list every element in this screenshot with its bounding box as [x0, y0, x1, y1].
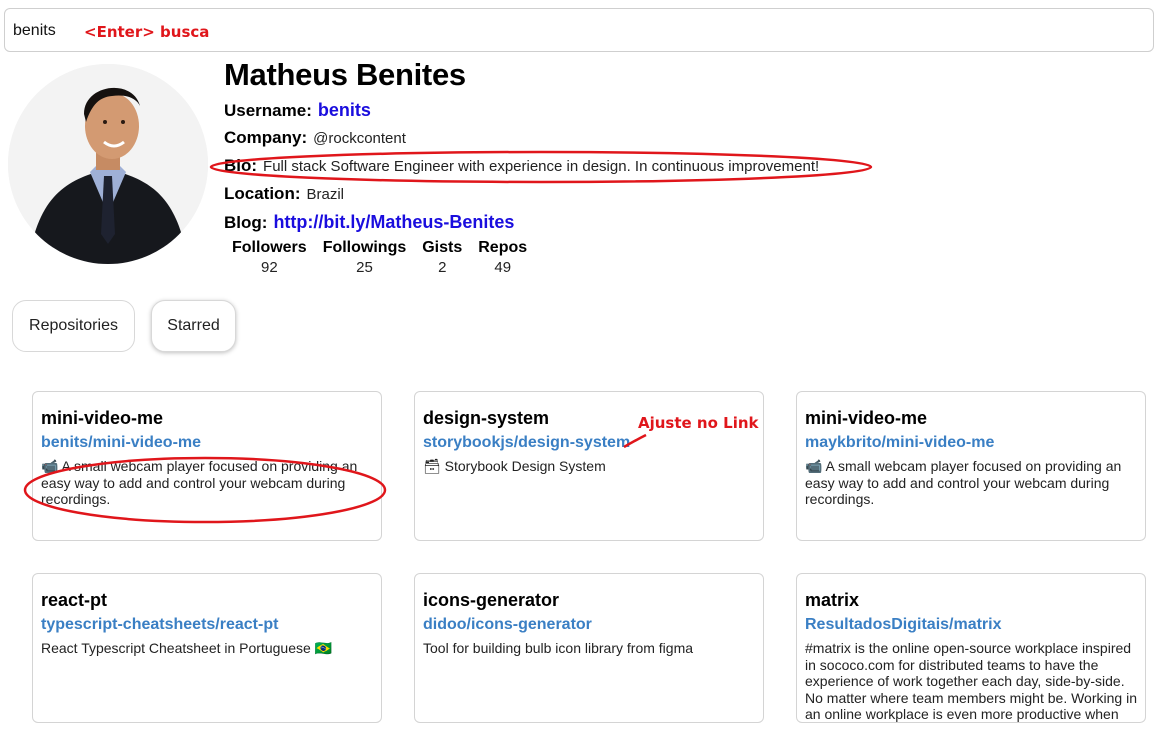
stat-label: Repos	[478, 239, 528, 256]
company-value: @rockcontent	[313, 130, 406, 147]
repo-title: mini-video-me	[805, 408, 928, 428]
profile-name: Matheus Benites	[224, 57, 466, 92]
avatar-photo	[8, 64, 208, 264]
repo-link[interactable]: typescript-cheatsheets/react-pt	[41, 616, 373, 634]
repo-description: 📹 A small webcam player focused on provi…	[805, 458, 1122, 507]
repo-card[interactable]: icons-generator didoo/icons-generator To…	[414, 573, 764, 723]
avatar	[8, 64, 208, 264]
repo-link[interactable]: benits/mini-video-me	[41, 434, 373, 452]
company-label: Company:	[224, 128, 308, 147]
bio-value: Full stack Software Engineer with experi…	[263, 158, 820, 175]
annotation-enter-search: <Enter> busca	[84, 23, 210, 41]
repo-card[interactable]: mini-video-me benits/mini-video-me 📹 A s…	[32, 391, 382, 541]
repo-description: 📹 A small webcam player focused on provi…	[41, 458, 358, 507]
stat-followings: Followings 25	[323, 239, 407, 276]
location-value: Brazil	[306, 186, 345, 203]
stat-label: Followers	[232, 239, 307, 256]
repo-card[interactable]: react-pt typescript-cheatsheets/react-pt…	[32, 573, 382, 723]
stat-value: 49	[494, 259, 512, 276]
stat-followers: Followers 92	[232, 239, 307, 276]
repo-title: icons-generator	[423, 590, 560, 610]
repo-description: React Typescript Cheatsheet in Portugues…	[41, 640, 333, 656]
location-row: Location: Brazil	[224, 184, 344, 204]
repo-title: react-pt	[41, 590, 108, 610]
blog-link[interactable]: http://bit.ly/Matheus-Benites	[273, 212, 514, 232]
company-row: Company: @rockcontent	[224, 128, 406, 148]
repo-link[interactable]: didoo/icons-generator	[423, 616, 755, 634]
repo-card[interactable]: mini-video-me maykbrito/mini-video-me 📹 …	[796, 391, 1146, 541]
stat-gists: Gists 2	[422, 239, 462, 276]
stat-label: Followings	[322, 239, 407, 256]
repo-title: mini-video-me	[41, 408, 164, 428]
stat-value: 2	[438, 259, 447, 276]
repo-link[interactable]: storybookjs/design-system	[423, 434, 755, 452]
repo-link[interactable]: maykbrito/mini-video-me	[805, 434, 1137, 452]
location-label: Location:	[224, 184, 301, 203]
starred-button[interactable]: Starred	[151, 300, 236, 352]
annotation-link-fix: Ajuste no Link	[638, 414, 759, 432]
bio-row: Bio: Full stack Software Engineer with ex…	[224, 156, 819, 176]
repo-description: Tool for building bulb icon library from…	[423, 640, 694, 656]
repo-link[interactable]: ResultadosDigitais/matrix	[805, 616, 1137, 634]
repo-description: #matrix is the online open-source workpl…	[805, 640, 1137, 722]
stat-value: 92	[261, 259, 278, 276]
stat-value: 25	[356, 259, 373, 276]
stat-repos: Repos 49	[478, 239, 527, 276]
blog-label: Blog:	[224, 213, 268, 232]
username-row: Username: benits	[224, 100, 371, 121]
bio-label: Bio:	[224, 156, 258, 175]
repo-title: matrix	[805, 590, 860, 610]
stat-label: Gists	[422, 239, 463, 256]
repositories-button[interactable]: Repositories	[12, 300, 135, 352]
profile-stats: Followers 92 Followings 25 Gists 2 Repos…	[224, 239, 543, 276]
repo-card[interactable]: matrix ResultadosDigitais/matrix #matrix…	[796, 573, 1146, 723]
blog-row: Blog: http://bit.ly/Matheus-Benites	[224, 212, 514, 233]
username-link[interactable]: benits	[318, 100, 371, 120]
repo-description: 🗃 Storybook Design System	[423, 458, 606, 474]
username-label: Username:	[224, 101, 312, 120]
